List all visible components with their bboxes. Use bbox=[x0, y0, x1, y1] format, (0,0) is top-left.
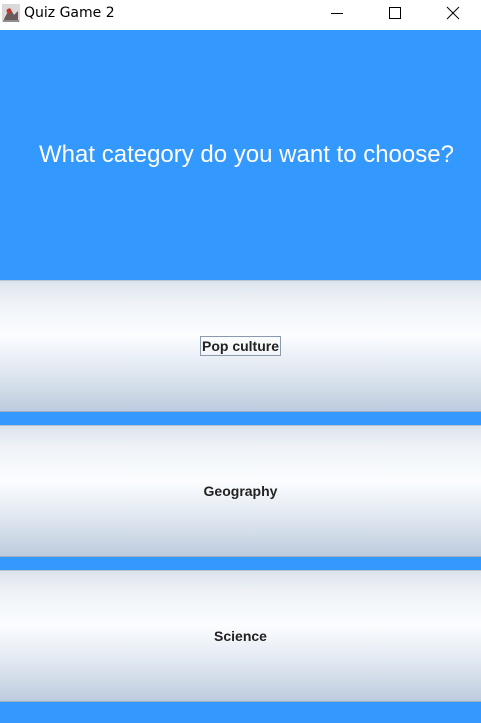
quiz-panel: What category do you want to choose? Pop… bbox=[0, 30, 481, 723]
minimize-button[interactable] bbox=[314, 0, 360, 30]
category-button-pop-culture[interactable]: Pop culture bbox=[0, 280, 481, 412]
question-label: What category do you want to choose? bbox=[39, 141, 454, 168]
category-label: Pop culture bbox=[199, 336, 282, 356]
maximize-icon bbox=[389, 6, 401, 24]
app-icon bbox=[1, 3, 21, 23]
category-button-science[interactable]: Science bbox=[0, 570, 481, 702]
window-title: Quiz Game 2 bbox=[24, 5, 115, 21]
maximize-button[interactable] bbox=[372, 0, 418, 30]
category-label: Geography bbox=[203, 483, 278, 499]
close-button[interactable] bbox=[430, 0, 476, 30]
category-button-geography[interactable]: Geography bbox=[0, 425, 481, 557]
category-label: Science bbox=[214, 628, 267, 644]
minimize-icon bbox=[331, 6, 343, 24]
close-icon bbox=[446, 6, 460, 25]
title-bar: Quiz Game 2 bbox=[0, 0, 481, 30]
